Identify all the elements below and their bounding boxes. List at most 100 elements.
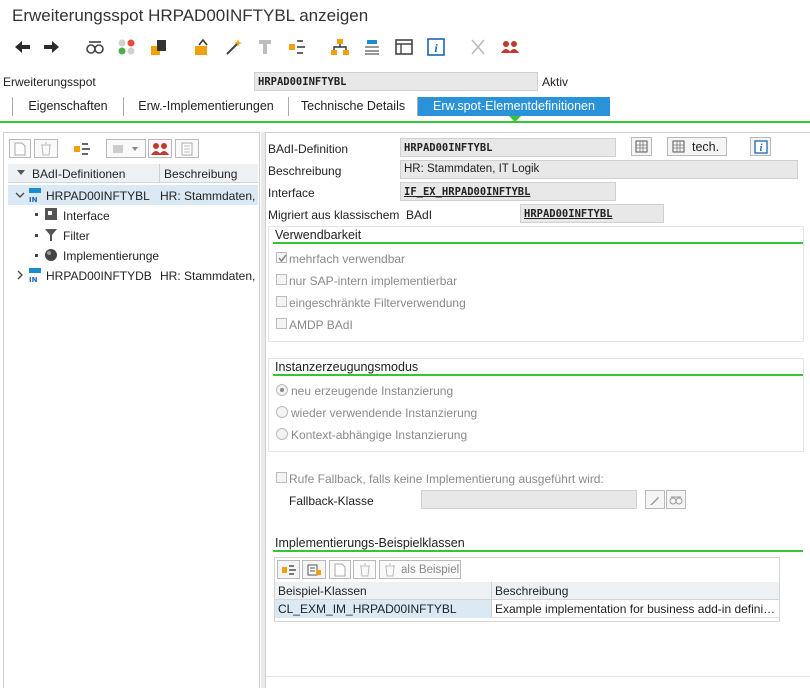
tab-underline <box>0 121 810 123</box>
radio-new-instance[interactable] <box>276 384 288 399</box>
tech-button[interactable]: tech. <box>667 137 727 156</box>
checkbox-box <box>276 252 287 263</box>
checkbox-sap-internal[interactable] <box>276 274 287 288</box>
fallback-class-label: Fallback-Klasse <box>289 494 374 508</box>
hierarchy-transfer-icon[interactable] <box>288 37 308 57</box>
checkbox-multiple-use[interactable] <box>276 252 287 266</box>
hierarchy-icon[interactable] <box>330 37 350 57</box>
usability-underline <box>273 242 803 244</box>
instantiation-title: Instanzerzeugungsmodus <box>275 360 419 374</box>
svg-text:i: i <box>759 143 762 154</box>
window-title: Erweiterungsspot HRPAD00INFTYBL anzeigen <box>12 6 369 25</box>
checkbox-multiple-use-label: mehrfach verwendbar <box>289 252 406 266</box>
examples-new-button[interactable] <box>329 560 351 579</box>
wand-icon[interactable] <box>224 37 244 57</box>
description-field: HR: Stammdaten, IT Logik <box>400 160 798 179</box>
tab-technische-details[interactable]: Technische Details <box>289 97 418 116</box>
radio-circle <box>276 428 288 440</box>
delete-button[interactable] <box>34 139 58 158</box>
checkbox-box <box>276 472 287 483</box>
users-button[interactable] <box>148 139 172 158</box>
examples-col-class[interactable]: Beispiel-Klassen <box>275 582 491 600</box>
display-button[interactable] <box>666 490 686 509</box>
checkbox-amdp[interactable] <box>276 318 287 332</box>
hierarchy-icon <box>281 564 296 575</box>
tech-button-label: tech. <box>692 139 720 154</box>
info-button[interactable]: i <box>750 137 771 156</box>
tab-erw-implementierungen[interactable]: Erw.-Implementierungen <box>124 97 289 116</box>
interface-icon <box>44 207 58 224</box>
tab-eigenschaften[interactable]: Eigenschaften <box>12 97 124 116</box>
new-doc-button[interactable] <box>9 139 31 158</box>
other-object-icon[interactable] <box>85 37 105 57</box>
checkbox-box <box>276 318 287 329</box>
info-icon[interactable]: i <box>426 37 446 57</box>
tab-notch <box>509 116 521 122</box>
collapse-icon[interactable] <box>15 269 25 283</box>
tree-item-badi-2[interactable]: HRPAD00INFTYDB <box>46 269 152 283</box>
cut-icon[interactable] <box>468 37 488 57</box>
document-icon <box>14 142 26 155</box>
trash-icon <box>359 563 370 576</box>
tree-panel <box>3 132 260 688</box>
example-class-cell[interactable]: CL_EXM_IM_HRPAD00INFTYBL <box>275 600 491 618</box>
tree-item-implementations[interactable]: Implementierunge <box>63 249 160 263</box>
tree-item-interface[interactable]: Interface <box>63 209 110 223</box>
description-label: Beschreibung <box>268 164 342 178</box>
as-example-button[interactable]: als Beispiel <box>379 560 461 579</box>
filter-icon <box>44 228 58 245</box>
glasses-icon <box>669 496 683 504</box>
pencil-icon <box>650 496 659 505</box>
expand-icon[interactable] <box>15 189 25 203</box>
tab-erw-spot-elementdefinitionen[interactable]: Erw.spot-Elementdefinitionen <box>418 97 610 116</box>
activate-icon[interactable] <box>149 37 169 57</box>
checkbox-fallback[interactable] <box>276 472 287 486</box>
examples-hierarchy-button[interactable] <box>277 560 300 579</box>
radio-new-instance-label: neu erzeugende Instanzierung <box>291 384 454 398</box>
toolbar: i <box>10 37 530 59</box>
radio-dot <box>280 388 284 392</box>
docs-button[interactable] <box>175 139 199 158</box>
radio-context-instance[interactable] <box>276 428 288 443</box>
examples-details-button[interactable] <box>302 560 326 579</box>
checkbox-amdp-label: AMDP BAdI <box>289 318 353 332</box>
info-icon: i <box>753 139 768 154</box>
spot-label: Erweiterungsspot <box>3 75 96 89</box>
instantiation-underline <box>273 374 803 376</box>
checkbox-limited-filter[interactable] <box>276 296 287 310</box>
radio-reuse-instance[interactable] <box>276 406 288 421</box>
checkbox-sap-internal-label: nur SAP-intern implementierbar <box>289 274 458 288</box>
object-list-icon[interactable] <box>362 37 382 57</box>
checkbox-box <box>276 296 287 307</box>
check-icon[interactable] <box>192 37 212 57</box>
tree-item-badi-1[interactable]: HRPAD00INFTYBL <box>46 189 150 203</box>
tree-col-definitions[interactable]: BAdI-Definitionen <box>32 167 125 181</box>
add-dropdown-button[interactable] <box>106 139 146 158</box>
examples-col-description[interactable]: Beschreibung <box>492 582 778 600</box>
examples-title: Implementierungs-Beispielklassen <box>275 536 465 550</box>
checkbox-fallback-label: Rufe Fallback, falls keine Implementieru… <box>289 472 604 486</box>
edit-button[interactable] <box>645 490 665 509</box>
users-icon[interactable] <box>500 37 520 57</box>
examples-delete-button[interactable] <box>353 560 376 579</box>
trash-icon <box>385 563 395 576</box>
fallback-class-field[interactable] <box>421 490 637 509</box>
tree-col-description[interactable]: Beschreibung <box>164 167 237 181</box>
display-change-icon[interactable] <box>117 37 137 57</box>
back-icon[interactable] <box>12 37 32 57</box>
tree-col-divider <box>159 164 160 183</box>
document-icon <box>334 563 346 576</box>
interface-field[interactable]: IF_EX_HRPAD00INFTYBL <box>400 182 616 201</box>
trash-icon <box>41 142 51 155</box>
layout-icon[interactable] <box>394 37 414 57</box>
bullet-icon <box>35 213 38 216</box>
as-example-label: als Beispiel <box>401 563 460 576</box>
where-used-icon[interactable] <box>256 37 276 57</box>
tree-item-filter[interactable]: Filter <box>63 229 90 243</box>
tree-hierarchy-icon[interactable] <box>73 141 93 160</box>
grid-button[interactable] <box>631 137 652 156</box>
interface-label: Interface <box>268 186 315 200</box>
forward-icon[interactable] <box>42 37 62 57</box>
migrated-field[interactable]: HRPAD00INFTYBL <box>520 204 664 223</box>
migrated-label: Migriert aus klassischem BAdI <box>268 208 433 222</box>
